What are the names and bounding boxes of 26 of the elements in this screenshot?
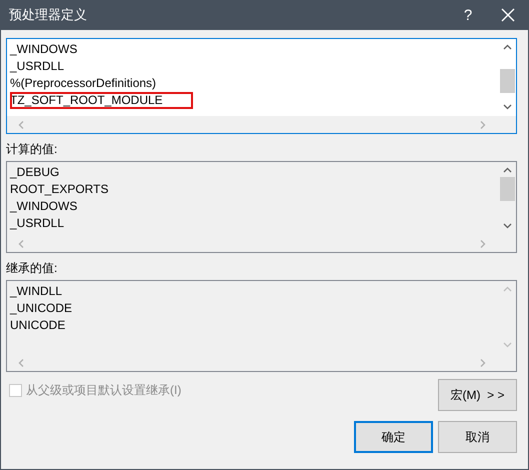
down-chevron-icon[interactable] <box>502 221 513 231</box>
help-button[interactable]: ? <box>448 0 488 30</box>
inherited-values-label: 继承的值: <box>6 261 58 276</box>
highlighted-text-line: TZ_SOFT_ROOT_MODULE <box>10 92 193 109</box>
text-list-box[interactable]: _WINDOWS _USRDLL %(PreprocessorDefinitions) TZ_SOFT_ROOT_MODULE <box>6 38 517 134</box>
scrollbar-thumb[interactable] <box>500 69 515 93</box>
text-line: _USRDLL <box>10 215 64 232</box>
scrollbar-thumb[interactable] <box>500 177 515 201</box>
computed-values-label: 计算的值: <box>6 142 58 157</box>
ok-button[interactable]: 确定 <box>354 421 433 453</box>
text-line: ROOT_EXPORTS <box>10 181 108 198</box>
text-line: %(PreprocessorDefinitions) <box>10 75 156 92</box>
text-line: _USRDLL <box>10 58 64 75</box>
text-line: _UNICODE <box>10 300 72 317</box>
text-line: UNICODE <box>10 317 66 334</box>
cancel-button[interactable]: 取消 <box>438 421 517 453</box>
text-line: _WINDOWS <box>10 41 78 58</box>
window-title: 预处理器定义 <box>9 6 88 24</box>
close-icon <box>501 8 515 22</box>
text-line: _WINDOWS <box>10 198 78 215</box>
down-chevron-icon[interactable] <box>502 102 513 112</box>
text-list-box[interactable]: _DEBUG ROOT_EXPORTS _WINDOWS _USRDLL <box>6 161 517 253</box>
text-line: _DEBUG <box>10 164 60 181</box>
text-line: _WINDLL <box>10 283 62 300</box>
text-list-box[interactable]: _WINDLL _UNICODE UNICODE <box>6 280 517 372</box>
macro-button[interactable]: 宏(M) > > <box>438 379 517 411</box>
